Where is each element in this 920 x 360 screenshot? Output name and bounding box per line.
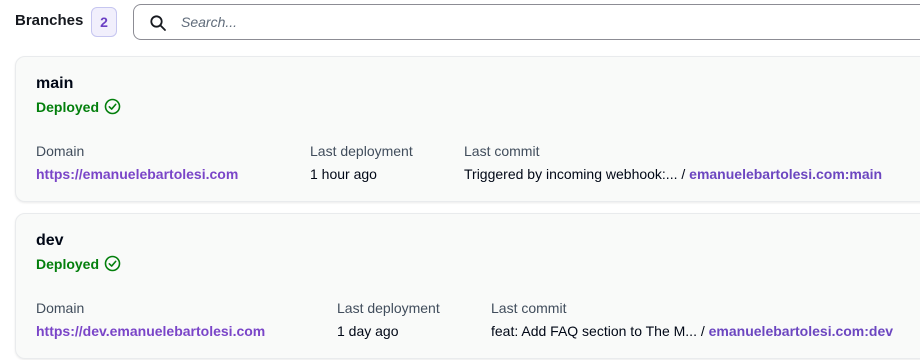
commit-separator: / — [700, 323, 705, 339]
domain-label: Domain — [36, 143, 85, 159]
status-label: Deployed — [36, 98, 100, 115]
status-label: Deployed — [36, 255, 100, 272]
last-commit-value: feat: Add FAQ section to The M... / eman… — [491, 323, 893, 339]
branch-count-badge: 2 — [91, 7, 117, 37]
last-deployment-value: 1 hour ago — [310, 166, 377, 182]
commit-separator: / — [681, 166, 686, 182]
deploy-status: Deployed — [36, 98, 121, 115]
branches-header: Branches 2 — [0, 0, 920, 44]
domain-label: Domain — [36, 300, 85, 316]
check-circle-icon — [104, 98, 121, 115]
last-commit-label: Last commit — [464, 143, 540, 159]
commit-ref-link[interactable]: emanuelebartolesi.com:main — [689, 166, 882, 182]
page-title: Branches — [15, 12, 84, 29]
last-deployment-label: Last deployment — [337, 300, 440, 316]
last-commit-label: Last commit — [491, 300, 567, 316]
search-box[interactable] — [133, 4, 920, 40]
branch-name: main — [36, 75, 74, 92]
branch-name: dev — [36, 232, 64, 249]
last-deployment-value: 1 day ago — [337, 323, 399, 339]
deploy-status: Deployed — [36, 255, 121, 272]
search-icon — [150, 15, 166, 31]
commit-ref-link[interactable]: emanuelebartolesi.com:dev — [709, 323, 893, 339]
commit-message: feat: Add FAQ section to The M... — [491, 323, 697, 339]
last-commit-value: Triggered by incoming webhook:... / eman… — [464, 166, 882, 182]
search-input[interactable] — [181, 7, 881, 37]
branch-card-dev: dev Deployed Domain https://dev.emanuele… — [15, 213, 920, 359]
domain-link[interactable]: https://dev.emanuelebartolesi.com — [36, 323, 265, 339]
domain-link[interactable]: https://emanuelebartolesi.com — [36, 166, 238, 182]
commit-message: Triggered by incoming webhook:... — [464, 166, 678, 182]
check-circle-icon — [104, 255, 121, 272]
branch-card-main: main Deployed Domain https://emanuelebar… — [15, 56, 920, 202]
last-deployment-label: Last deployment — [310, 143, 413, 159]
